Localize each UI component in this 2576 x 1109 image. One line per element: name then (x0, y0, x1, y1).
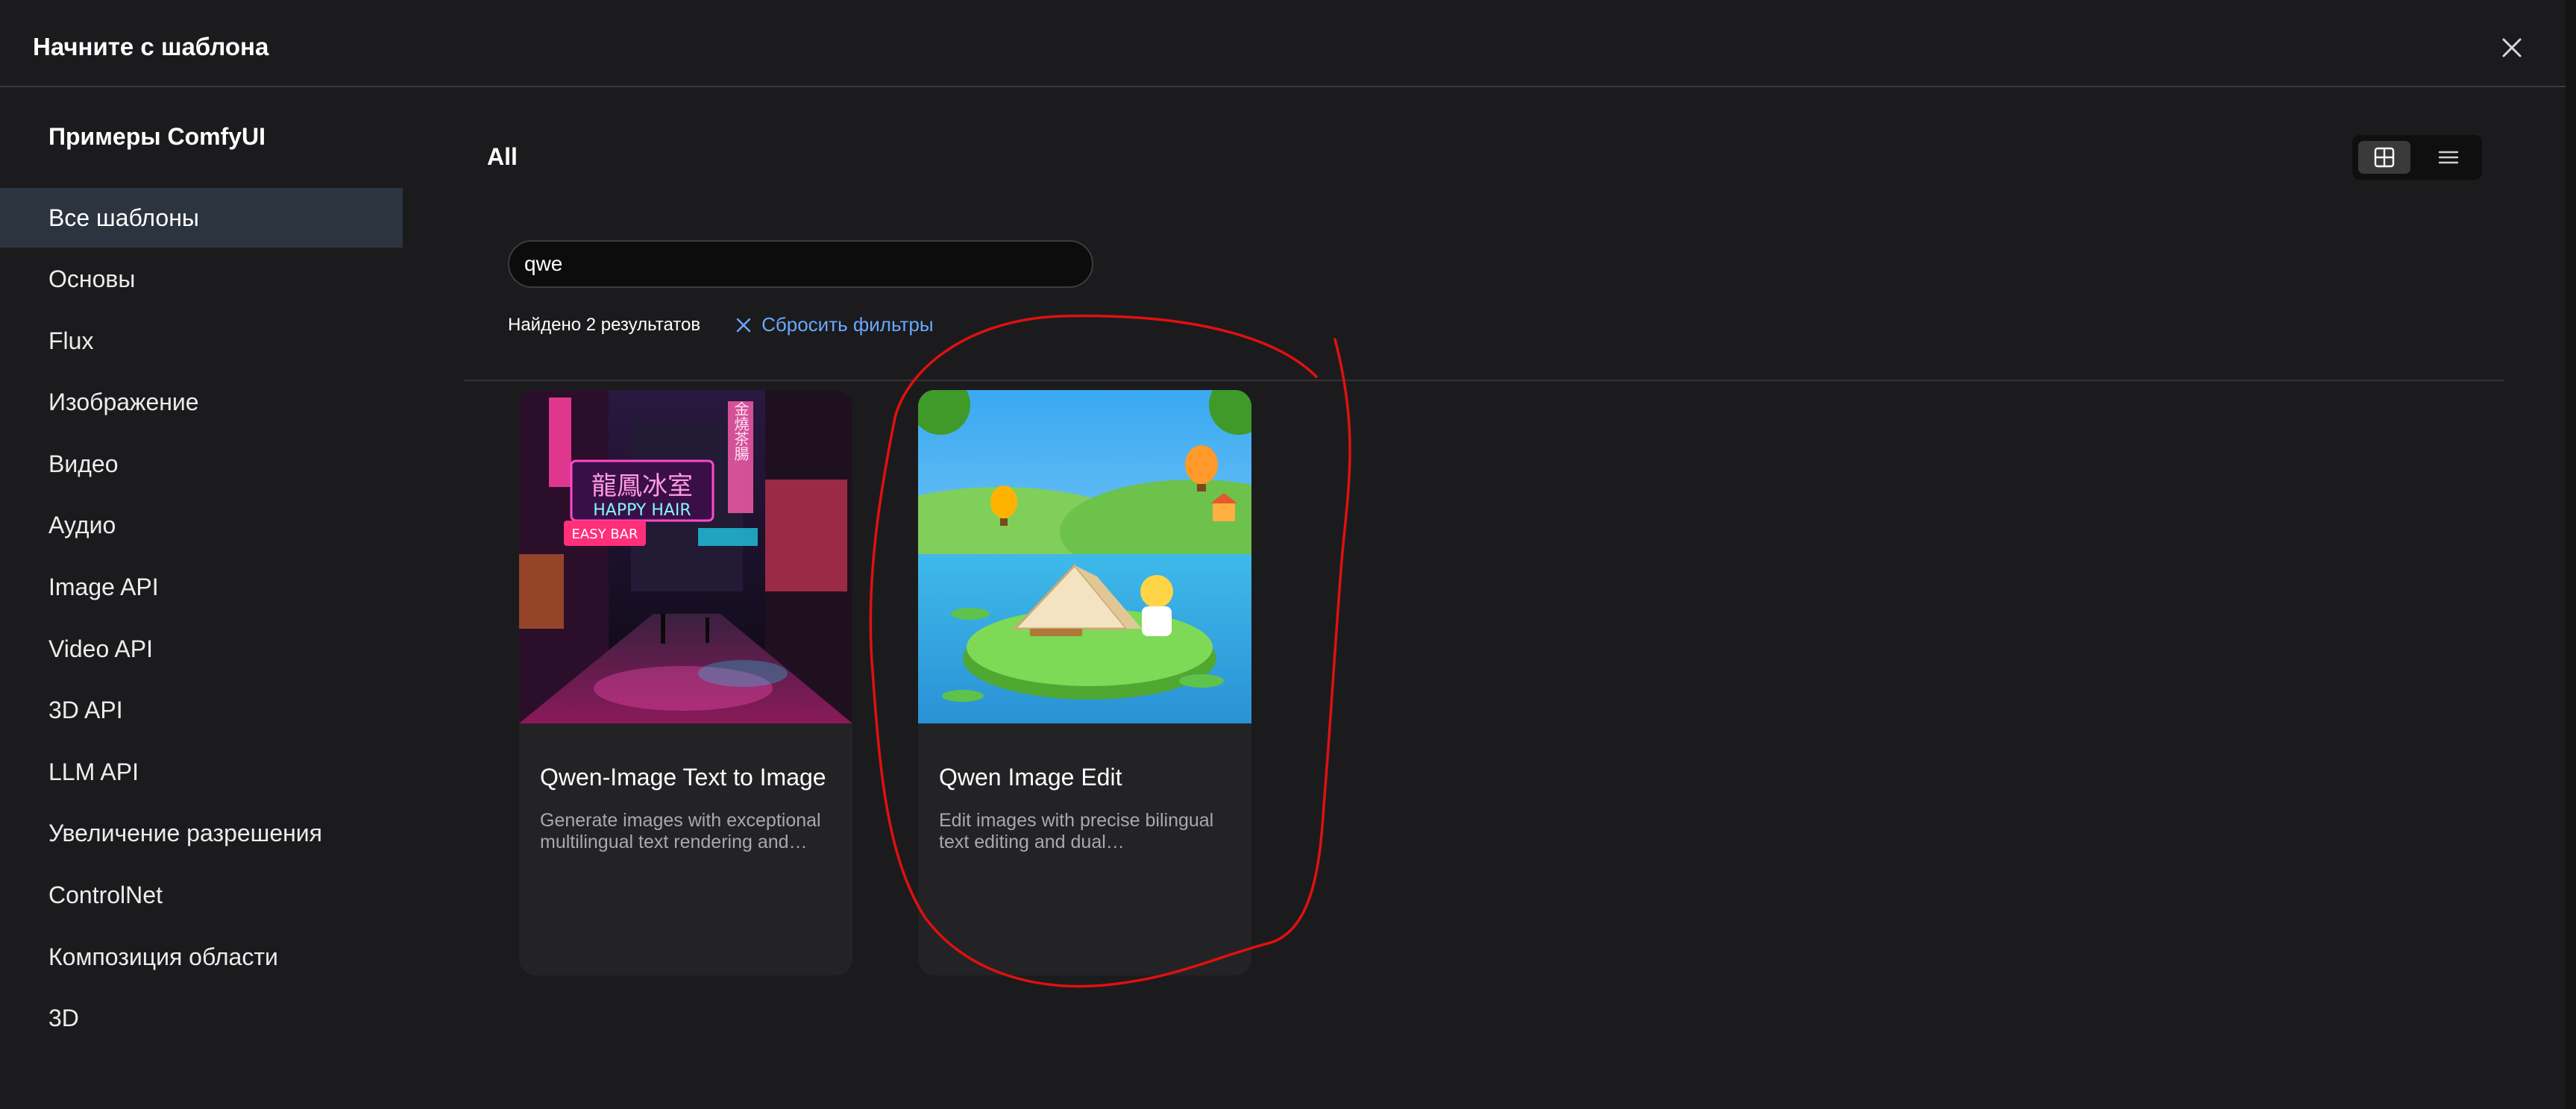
sidebar-item-area-composition[interactable]: Композиция области (0, 927, 403, 987)
sign-text: 龍鳳冰室 (591, 471, 693, 501)
sidebar-item-controlnet[interactable]: ControlNet (0, 866, 403, 926)
sign-text: EASY BAR (572, 527, 638, 542)
page-title: All (487, 143, 518, 170)
card-thumbnail: 龍鳳冰室 HAPPY HAIR EASY BAR 金燒茶腸 (519, 390, 852, 723)
sidebar-list: Все шаблоны Основы Flux Изображение Виде… (0, 188, 403, 1050)
results-row: Найдено 2 результатов Сбросить фильтры (508, 313, 934, 336)
sidebar-item-upscale[interactable]: Увеличение разрешения (0, 804, 403, 864)
sidebar: Примеры ComfyUI Все шаблоны Основы Flux … (0, 89, 406, 1109)
window-edge (2566, 0, 2576, 1109)
card-description: Generate images with exceptional multili… (540, 810, 821, 852)
sidebar-item-video[interactable]: Видео (0, 434, 403, 494)
template-dialog: Начните с шаблона Примеры ComfyUI Все ша… (0, 0, 2566, 1109)
dialog-header: Начните с шаблона (0, 0, 2566, 87)
template-card-qwen-image-edit[interactable]: Qwen Image Edit Edit images with precise… (918, 390, 1251, 976)
card-description: Edit images with precise bilingual text … (939, 810, 1214, 852)
sidebar-item-3d-api[interactable]: 3D API (0, 681, 403, 741)
grid-view-button[interactable] (2358, 141, 2410, 174)
reset-filters-label: Сбросить фильтры (761, 313, 934, 336)
search-input[interactable] (508, 240, 1093, 288)
sidebar-item-llm-api[interactable]: LLM API (0, 742, 403, 802)
list-icon (2438, 151, 2459, 164)
sidebar-item-flux[interactable]: Flux (0, 311, 403, 371)
neon-street-image: 龍鳳冰室 HAPPY HAIR EASY BAR 金燒茶腸 (519, 390, 852, 723)
list-view-button[interactable] (2422, 141, 2475, 174)
camping-island-image (918, 390, 1251, 723)
divider (464, 380, 2504, 381)
sidebar-item-all-templates[interactable]: Все шаблоны (0, 188, 403, 248)
sign-text: HAPPY HAIR (593, 501, 691, 520)
sidebar-title: Примеры ComfyUI (48, 123, 266, 150)
close-button[interactable] (2495, 31, 2528, 64)
view-toggle (2352, 135, 2482, 180)
card-title: Qwen-Image Text to Image (540, 764, 826, 791)
sidebar-item-image[interactable]: Изображение (0, 373, 403, 433)
sign-text: 金燒茶腸 (732, 401, 750, 461)
sidebar-item-video-api[interactable]: Video API (0, 619, 403, 679)
sidebar-item-image-api[interactable]: Image API (0, 558, 403, 618)
dialog-title: Начните с шаблона (33, 33, 269, 60)
card-title: Qwen Image Edit (939, 764, 1122, 791)
close-icon (736, 318, 751, 332)
close-icon (2502, 38, 2522, 57)
sidebar-item-basics[interactable]: Основы (0, 250, 403, 310)
sidebar-item-3d[interactable]: 3D (0, 989, 403, 1049)
grid-icon (2374, 147, 2395, 168)
card-thumbnail (918, 390, 1251, 723)
reset-filters-button[interactable]: Сбросить фильтры (735, 313, 934, 336)
template-card-qwen-text-to-image[interactable]: 龍鳳冰室 HAPPY HAIR EASY BAR 金燒茶腸 Qwen-Image… (519, 390, 852, 976)
sidebar-item-audio[interactable]: Аудио (0, 496, 403, 556)
results-count: Найдено 2 результатов (508, 314, 701, 335)
